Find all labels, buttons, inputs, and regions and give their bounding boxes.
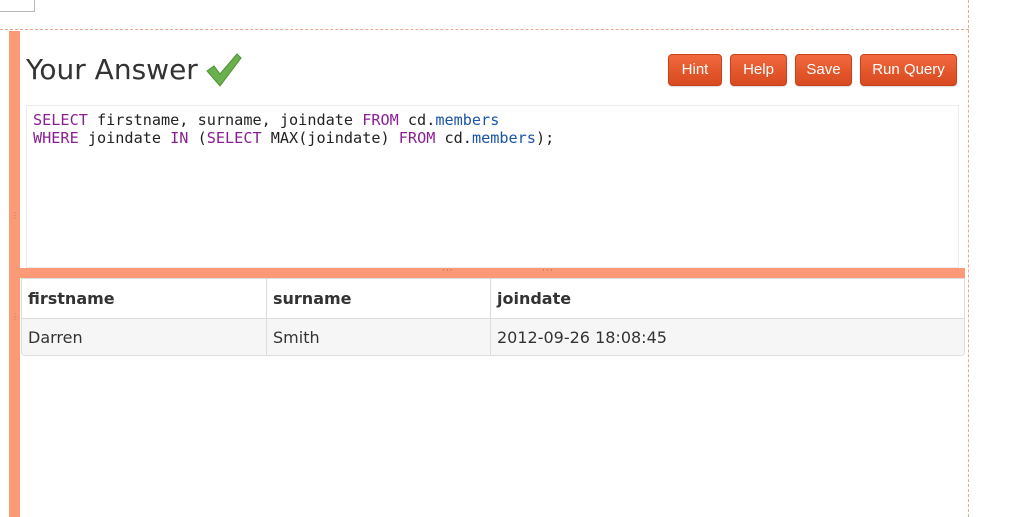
corner-box — [0, 0, 35, 12]
keyword-in: IN — [170, 129, 189, 147]
table-cell: Darren — [22, 318, 267, 355]
help-button[interactable]: Help — [730, 54, 787, 86]
keyword-select: SELECT — [33, 111, 88, 129]
code-line-1: SELECT firstname, surname, joindate FROM… — [33, 111, 499, 129]
left-resize-bar[interactable] — [9, 31, 20, 517]
table-cell: Smith — [266, 318, 491, 355]
code-schema: cd. — [435, 129, 472, 147]
run-query-button[interactable]: Run Query — [860, 54, 957, 86]
keyword-from: FROM — [398, 129, 436, 147]
sql-exercise-page: ⋮ ⋮ Your Answer Hint Help Save Run Query… — [0, 0, 1036, 517]
checkmark-icon — [204, 50, 242, 88]
dashed-divider-horizontal — [0, 29, 969, 30]
splitter-grip-icon[interactable]: ··· — [542, 266, 554, 276]
keyword-from: FROM — [362, 111, 399, 129]
page-title: Your Answer — [26, 52, 198, 86]
table-row: Darren Smith 2012-09-26 18:08:45 — [22, 318, 964, 355]
save-button[interactable]: Save — [795, 54, 852, 86]
code-open-paren: ( — [188, 129, 207, 147]
table-cell: 2012-09-26 18:08:45 — [490, 318, 964, 355]
code-function: MAX(joindate) — [261, 129, 399, 147]
column-header[interactable]: joindate — [490, 279, 964, 319]
code-columns: firstname, surname, joindate — [87, 111, 363, 129]
hint-button[interactable]: Hint — [668, 54, 722, 86]
code-column: joindate — [78, 129, 171, 147]
answer-header: Your Answer — [26, 49, 242, 89]
keyword-where: WHERE — [33, 129, 79, 147]
sql-editor[interactable]: SELECT firstname, surname, joindate FROM… — [26, 105, 959, 268]
keyword-select: SELECT — [206, 129, 262, 147]
code-table-name: members — [471, 129, 536, 147]
column-header[interactable]: firstname — [22, 279, 267, 319]
splitter-grip-icon[interactable]: ··· — [442, 266, 454, 276]
grip-handle-icon[interactable]: ⋮ — [11, 313, 19, 327]
column-header[interactable]: surname — [266, 279, 491, 319]
code-line-2: WHERE joindate IN (SELECT MAX(joindate) … — [33, 129, 554, 147]
results-table: firstname surname joindate Darren Smith … — [22, 279, 964, 355]
sql-code[interactable]: SELECT firstname, surname, joindate FROM… — [33, 111, 554, 147]
table-header-row: firstname surname joindate — [22, 279, 964, 319]
results-panel: firstname surname joindate Darren Smith … — [21, 278, 965, 356]
code-schema: cd. — [398, 111, 436, 129]
code-close: ); — [535, 129, 555, 147]
code-table-name: members — [435, 111, 500, 129]
editor-results-splitter[interactable]: ··· ··· — [20, 266, 965, 278]
grip-handle-icon[interactable]: ⋮ — [11, 212, 19, 226]
dashed-divider-vertical — [968, 0, 969, 517]
